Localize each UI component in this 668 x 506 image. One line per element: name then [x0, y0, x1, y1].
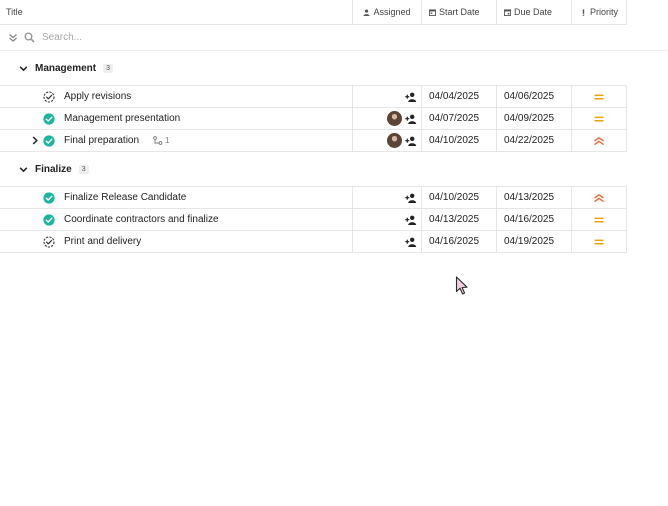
- collapse-all-icon[interactable]: [8, 33, 18, 43]
- task-title: Apply revisions: [64, 91, 132, 102]
- task-title-cell[interactable]: Print and delivery: [0, 231, 352, 252]
- assigned-cell[interactable]: [352, 86, 421, 107]
- column-header-due-date[interactable]: Due Date: [496, 0, 571, 25]
- table-row[interactable]: Print and delivery 04/16/2025 04/19/2025: [0, 231, 627, 253]
- due-date-cell[interactable]: 04/13/2025: [496, 187, 571, 208]
- avatar[interactable]: [387, 133, 402, 148]
- task-title: Coordinate contractors and finalize: [64, 214, 219, 225]
- assigned-cell[interactable]: [352, 209, 421, 230]
- column-header-start-date[interactable]: Start Date: [421, 0, 496, 25]
- status-in-progress-icon[interactable]: [43, 235, 55, 248]
- column-header-priority[interactable]: Priority: [571, 0, 627, 25]
- subtask-count: 1: [165, 136, 170, 145]
- table-row[interactable]: Management presentation 04/07/2025 04/09/2…: [0, 108, 627, 130]
- assigned-cell[interactable]: [352, 108, 421, 129]
- column-header-assigned[interactable]: Assigned: [352, 0, 421, 25]
- group-task-list: Finalize Release Candidate 04/10/2025 04/1…: [0, 186, 627, 253]
- subtask-indicator[interactable]: 1: [153, 136, 170, 145]
- due-date-cell[interactable]: 04/06/2025: [496, 86, 571, 107]
- priority-medium-icon[interactable]: [593, 215, 605, 225]
- table-row[interactable]: Apply revisions 04/04/2025 04/06/2025: [0, 86, 627, 108]
- group-name: Management: [35, 62, 97, 74]
- chevron-down-icon[interactable]: [19, 64, 28, 73]
- task-title-cell[interactable]: Finalize Release Candidate: [0, 187, 352, 208]
- priority-cell[interactable]: [571, 231, 627, 252]
- avatar[interactable]: [387, 111, 402, 126]
- priority-medium-icon[interactable]: [593, 237, 605, 247]
- group-task-list: Apply revisions 04/04/2025 04/06/2025 Manag…: [0, 85, 627, 152]
- assigned-cell[interactable]: [352, 130, 421, 151]
- task-title: Print and delivery: [64, 236, 142, 247]
- start-date-cell[interactable]: 04/10/2025: [421, 187, 496, 208]
- task-title: Management presentation: [64, 113, 181, 124]
- group-count-badge: 3: [103, 63, 114, 73]
- priority-cell[interactable]: [571, 187, 627, 208]
- group-count-badge: 3: [78, 164, 89, 174]
- search-icon: [24, 32, 35, 43]
- add-person-icon[interactable]: [405, 237, 417, 247]
- priority-medium-icon[interactable]: [593, 114, 605, 124]
- calendar-due-icon: [504, 8, 511, 16]
- start-date-cell[interactable]: 04/04/2025: [421, 86, 496, 107]
- priority-cell[interactable]: [571, 209, 627, 230]
- column-due-label: Due Date: [514, 7, 553, 17]
- start-date-cell[interactable]: 04/07/2025: [421, 108, 496, 129]
- column-header-title[interactable]: Title: [0, 0, 352, 25]
- person-icon: [364, 9, 370, 16]
- mouse-cursor-icon: [455, 276, 468, 295]
- task-title: Final preparation: [64, 135, 140, 146]
- status-done-icon[interactable]: [43, 213, 55, 226]
- priority-high-icon[interactable]: [593, 193, 605, 203]
- priority-cell[interactable]: [571, 86, 627, 107]
- priority-cell[interactable]: [571, 130, 627, 151]
- start-date-cell[interactable]: 04/10/2025: [421, 130, 496, 151]
- group-name: Finalize: [35, 163, 72, 175]
- add-person-icon[interactable]: [405, 193, 417, 203]
- due-date-cell[interactable]: 04/22/2025: [496, 130, 571, 151]
- add-person-icon[interactable]: [405, 114, 417, 124]
- task-title-cell[interactable]: Final preparation 1: [0, 130, 352, 151]
- add-person-icon[interactable]: [405, 136, 417, 146]
- chevron-down-icon[interactable]: [19, 165, 28, 174]
- group-header[interactable]: Management 3: [0, 51, 627, 85]
- column-title-label: Title: [6, 7, 23, 17]
- column-start-label: Start Date: [439, 7, 480, 17]
- add-person-icon[interactable]: [405, 92, 417, 102]
- task-title-cell[interactable]: Apply revisions: [0, 86, 352, 107]
- search-bar: [0, 25, 668, 51]
- task-table: Title Assigned Start Date Due Date Prior…: [0, 0, 668, 253]
- column-priority-label: Priority: [590, 7, 619, 17]
- priority-medium-icon[interactable]: [593, 92, 605, 102]
- task-groups: Management 3 Apply revisions 04/04/2025 04/0…: [0, 51, 627, 253]
- column-assigned-label: Assigned: [373, 7, 411, 17]
- due-date-cell[interactable]: 04/16/2025: [496, 209, 571, 230]
- subtask-icon: [153, 136, 163, 145]
- calendar-start-icon: [429, 8, 436, 16]
- chevron-right-icon[interactable]: [31, 136, 39, 145]
- due-date-cell[interactable]: 04/19/2025: [496, 231, 571, 252]
- task-title-cell[interactable]: Management presentation: [0, 108, 352, 129]
- start-date-cell[interactable]: 04/16/2025: [421, 231, 496, 252]
- assigned-cell[interactable]: [352, 231, 421, 252]
- status-in-progress-icon[interactable]: [43, 90, 55, 103]
- task-title-cell[interactable]: Coordinate contractors and finalize: [0, 209, 352, 230]
- priority-cell[interactable]: [571, 108, 627, 129]
- start-date-cell[interactable]: 04/13/2025: [421, 209, 496, 230]
- task-title: Finalize Release Candidate: [64, 192, 187, 203]
- group-header[interactable]: Finalize 3: [0, 152, 627, 186]
- add-person-icon[interactable]: [405, 215, 417, 225]
- exclamation-icon: [582, 8, 585, 16]
- table-header: Title Assigned Start Date Due Date Prior…: [0, 0, 627, 25]
- status-done-icon[interactable]: [43, 191, 55, 204]
- priority-high-icon[interactable]: [593, 136, 605, 146]
- status-done-icon[interactable]: [43, 134, 55, 147]
- search-input[interactable]: [42, 32, 342, 43]
- table-row[interactable]: Coordinate contractors and finalize 04/13…: [0, 209, 627, 231]
- due-date-cell[interactable]: 04/09/2025: [496, 108, 571, 129]
- status-done-icon[interactable]: [43, 112, 55, 125]
- table-row[interactable]: Final preparation 1 04/10/2025 04/22/2025: [0, 130, 627, 152]
- table-row[interactable]: Finalize Release Candidate 04/10/2025 04/1…: [0, 187, 627, 209]
- assigned-cell[interactable]: [352, 187, 421, 208]
